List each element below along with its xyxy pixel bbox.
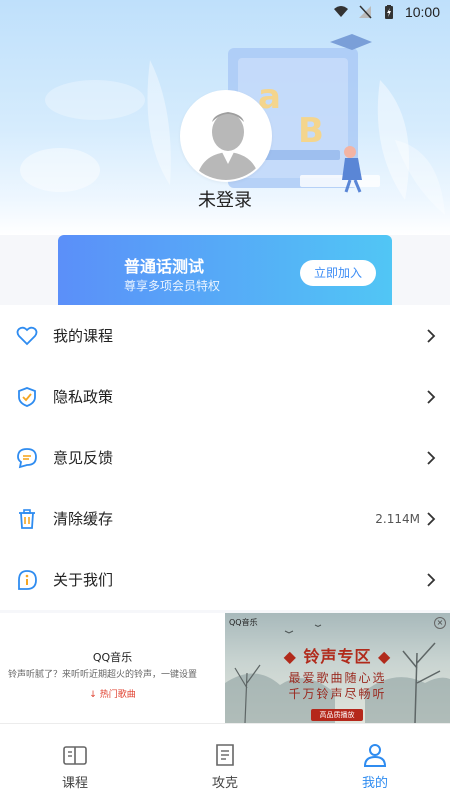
menu-item-label: 隐私政策 (53, 388, 114, 406)
ad-banner-line1: 最爱歌曲随心选 (288, 671, 387, 685)
profile-header: a B 未登录 (0, 0, 450, 235)
ad-qq-music-tag: QQ音乐 (229, 618, 258, 627)
chevron-right-icon (427, 389, 436, 404)
tab-conquer[interactable]: 攻克 (150, 724, 300, 800)
menu-item-feedback[interactable]: 意见反馈 (0, 427, 450, 488)
heart-icon (16, 326, 38, 345)
menu-item-privacy-policy[interactable]: 隐私政策 (0, 366, 450, 427)
ad-description: 铃声听腻了？来听听近期超火的铃声，一键设置 (8, 670, 198, 680)
ad-cta-button[interactable]: 高品质播放 (311, 709, 363, 721)
menu-item-my-courses[interactable]: 我的课程 (0, 305, 450, 366)
svg-text:B: B (298, 111, 324, 151)
tab-courses[interactable]: 课程 (0, 724, 150, 800)
status-time: 10:00 (404, 4, 440, 20)
ad-text-panel[interactable]: QQ音乐 铃声听腻了？来听听近期超火的铃声，一键设置 ↓ 热门歌曲 (0, 613, 225, 723)
default-avatar-icon (182, 92, 270, 180)
chat-bubble-icon (17, 447, 37, 468)
chevron-right-icon (427, 572, 436, 587)
tab-label: 课程 (61, 776, 88, 791)
avatar[interactable] (180, 90, 272, 182)
settings-menu: 我的课程 隐私政策 意见反馈 清除缓存 2.114M 关于我们 (0, 305, 450, 610)
join-now-button[interactable]: 立即加入 (300, 260, 376, 286)
menu-item-label: 意见反馈 (53, 449, 114, 467)
ad-hot-link-label: 热门歌曲 (99, 690, 136, 700)
promo-title: 普通话测试 (124, 257, 205, 276)
download-arrow-icon: ↓ (89, 690, 100, 700)
menu-item-label: 清除缓存 (53, 510, 114, 528)
membership-promo-card[interactable]: 普通话测试 尊享多项会员特权 立即加入 (58, 235, 392, 305)
shield-check-icon (18, 386, 36, 407)
cache-size-value: 2.114M (375, 511, 420, 526)
menu-item-clear-cache[interactable]: 清除缓存 2.114M (0, 488, 450, 549)
tab-mine[interactable]: 我的 (300, 724, 450, 800)
ad-image-panel[interactable]: QQ音乐 × ◆ 铃声专区 ◆ 最爱歌曲随心选 千万铃声尽畅听 高品质播放 (225, 613, 450, 723)
ad-brand: QQ音乐 (92, 651, 133, 664)
tab-label: 我的 (361, 776, 388, 791)
status-bar: 10:00 (0, 0, 450, 24)
promo-subtitle: 尊享多项会员特权 (124, 279, 221, 293)
ad-banner[interactable]: QQ音乐 铃声听腻了？来听听近期超火的铃声，一键设置 ↓ 热门歌曲 QQ音乐 ×… (0, 613, 450, 723)
menu-item-about-us[interactable]: 关于我们 (0, 549, 450, 610)
battery-charging-icon (384, 5, 393, 19)
ad-hot-songs-link[interactable]: ↓ 热门歌曲 (0, 687, 225, 700)
person-icon (363, 744, 387, 767)
chevron-right-icon (427, 450, 436, 465)
login-status[interactable]: 未登录 (0, 186, 450, 212)
wifi-icon (333, 6, 348, 17)
ad-banner-title: ◆ 铃声专区 ◆ (283, 647, 392, 666)
tab-label: 攻克 (211, 776, 238, 791)
bottom-nav: 课程 攻克 我的 (0, 723, 450, 800)
ad-landscape-art (225, 624, 450, 723)
trash-icon (19, 508, 35, 529)
menu-item-label: 我的课程 (53, 327, 114, 345)
ad-close-icon[interactable]: × (434, 617, 446, 629)
book-icon (63, 746, 87, 765)
ad-banner-line2: 千万铃声尽畅听 (288, 687, 387, 701)
chevron-right-icon (427, 511, 436, 526)
chevron-right-icon (427, 328, 436, 343)
no-signal-icon (358, 5, 372, 19)
document-icon (216, 744, 234, 766)
menu-item-label: 关于我们 (53, 571, 114, 589)
info-icon (18, 569, 37, 590)
